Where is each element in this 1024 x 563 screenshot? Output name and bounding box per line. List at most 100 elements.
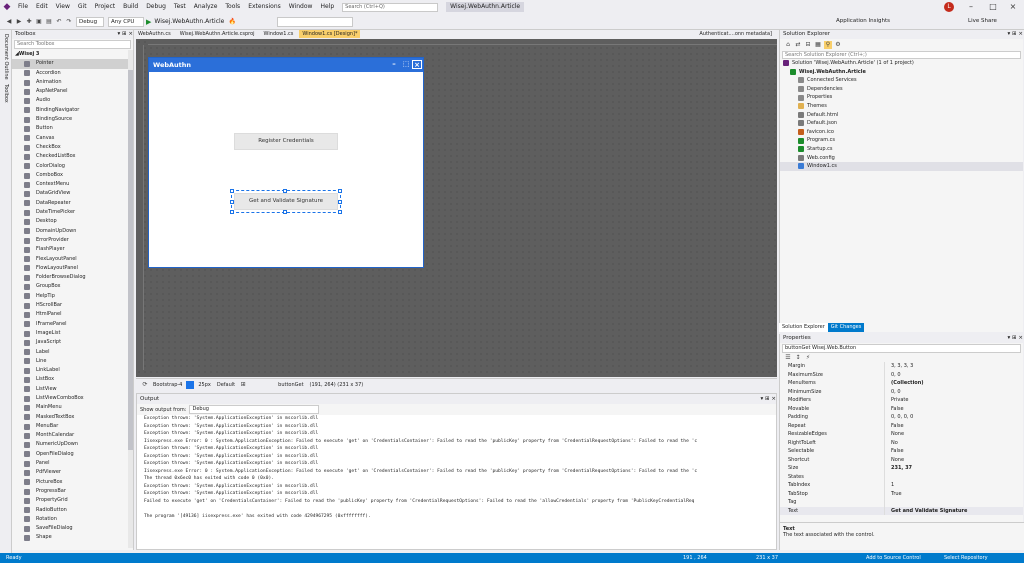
back-icon[interactable]: ◀ xyxy=(5,18,13,26)
property-row[interactable]: RightToLeft No xyxy=(780,438,1023,447)
property-row[interactable]: Modifiers Private xyxy=(780,396,1023,405)
resize-handle[interactable] xyxy=(283,189,287,193)
resize-handle[interactable] xyxy=(230,200,234,204)
toolbox-item[interactable]: SaveFileDialog xyxy=(12,524,133,533)
property-value[interactable]: False xyxy=(884,421,1023,430)
toolbox-item[interactable]: PropertyGrid xyxy=(12,496,133,505)
events-icon[interactable]: ⚡ xyxy=(804,354,812,362)
new-item-icon[interactable]: ✚ xyxy=(25,18,33,26)
menu-item-debug[interactable]: Debug xyxy=(142,0,170,14)
debug-target-select[interactable] xyxy=(277,16,354,27)
toolbox-item[interactable]: ListBox xyxy=(12,375,133,384)
menu-item-git[interactable]: Git xyxy=(74,0,91,14)
document-outline-tab[interactable]: Document Outline xyxy=(3,34,9,80)
menu-item-view[interactable]: View xyxy=(52,0,74,14)
property-value[interactable]: 0, 0 xyxy=(884,387,1023,396)
property-value[interactable]: Get and Validate Signature xyxy=(884,506,1023,515)
resize-handle[interactable] xyxy=(338,210,342,214)
toolbox-item[interactable]: DataRepeater xyxy=(12,199,133,208)
tab-document[interactable]: Window1.cs [Design]* xyxy=(299,30,361,38)
toolbox-item[interactable]: Label xyxy=(12,348,133,357)
close-icon[interactable]: × xyxy=(1002,0,1024,14)
properties-object-select[interactable]: buttonGet Wisej.Web.Button xyxy=(782,344,1021,353)
solution-tree-item[interactable]: Web.config xyxy=(780,154,1023,163)
property-row[interactable]: Selectable False xyxy=(780,447,1023,456)
form-close-icon[interactable]: × xyxy=(412,60,422,69)
toolbox-item[interactable]: Accordion xyxy=(12,69,133,78)
property-row[interactable]: MenuItems (Collection) xyxy=(780,379,1023,388)
solution-tree-item[interactable]: Wisej.WebAuthn.Article xyxy=(780,68,1023,77)
menu-item-extensions[interactable]: Extensions xyxy=(244,0,285,14)
menu-item-analyze[interactable]: Analyze xyxy=(190,0,222,14)
toolbox-item[interactable]: DataGridView xyxy=(12,189,133,198)
property-value[interactable] xyxy=(884,498,1023,507)
categorized-icon[interactable]: ☰ xyxy=(784,354,792,362)
menu-item-build[interactable]: Build xyxy=(119,0,142,14)
layout-select[interactable]: Default xyxy=(217,382,235,388)
menu-item-edit[interactable]: Edit xyxy=(32,0,52,14)
output-pin-icon[interactable]: ▾ ⊞ × xyxy=(761,394,776,404)
home-icon[interactable]: ⌂ xyxy=(784,41,792,49)
toolbox-scroll-thumb[interactable] xyxy=(128,70,133,450)
property-row[interactable]: Padding 0, 0, 0, 0 xyxy=(780,413,1023,422)
menu-item-project[interactable]: Project xyxy=(91,0,120,14)
alphabetical-icon[interactable]: ↕ xyxy=(794,354,802,362)
add-source-control-button[interactable]: Add to Source Control xyxy=(866,553,921,563)
select-repository-button[interactable]: Select Repository xyxy=(944,553,988,563)
toolbox-item[interactable]: DateTimePicker xyxy=(12,208,133,217)
solution-tree-item[interactable]: Startup.cs xyxy=(780,145,1023,154)
color-icon[interactable] xyxy=(186,380,195,389)
resize-handle[interactable] xyxy=(338,200,342,204)
property-value[interactable]: No xyxy=(884,438,1023,447)
toolbox-item[interactable]: ErrorProvider xyxy=(12,236,133,245)
solution-tree-item[interactable]: Default.html xyxy=(780,111,1023,120)
toolbox-item[interactable]: Animation xyxy=(12,78,133,87)
toolbox-item[interactable]: Rotation xyxy=(12,515,133,524)
toolbox-item[interactable]: Shape xyxy=(12,533,133,542)
toolbox-item[interactable]: PdfViewer xyxy=(12,468,133,477)
toolbox-item[interactable]: FlashPlayer xyxy=(12,245,133,254)
property-row[interactable]: Tag xyxy=(780,498,1023,507)
toolbox-item[interactable]: BindingSource xyxy=(12,115,133,124)
start-button[interactable]: Wisej.WebAuthn.Article xyxy=(154,18,224,25)
redo-icon[interactable]: ↷ xyxy=(65,18,73,26)
property-value[interactable]: False xyxy=(884,404,1023,413)
form-minimize-icon[interactable]: – xyxy=(389,60,399,69)
live-share-button[interactable]: Live Share xyxy=(968,18,997,24)
property-row[interactable]: TabStop True xyxy=(780,489,1023,498)
property-row[interactable]: TabIndex 1 xyxy=(780,481,1023,490)
property-row[interactable]: ResizableEdges None xyxy=(780,430,1023,439)
toolbox-item[interactable]: HScrollBar xyxy=(12,301,133,310)
tab-solution-explorer[interactable]: Solution Explorer xyxy=(779,323,828,332)
toolbox-item[interactable]: ContextMenu xyxy=(12,180,133,189)
refresh-icon[interactable]: ⟳ xyxy=(141,381,149,389)
toolbox-item[interactable]: Audio xyxy=(12,96,133,105)
menu-item-file[interactable]: File xyxy=(14,0,32,14)
minimize-icon[interactable]: – xyxy=(960,0,982,14)
pin-icon[interactable]: ▾ ⊞ × xyxy=(118,30,133,39)
form-maximize-icon[interactable]: ⬚ xyxy=(401,60,411,69)
menu-item-window[interactable]: Window xyxy=(285,0,317,14)
property-value[interactable] xyxy=(884,472,1023,481)
platform-select[interactable]: Any CPU xyxy=(108,16,144,27)
toolbox-search-input[interactable]: Search Toolbox xyxy=(14,40,131,49)
toolbox-item[interactable]: ProgressBar xyxy=(12,487,133,496)
show-all-icon[interactable]: ▦ xyxy=(814,41,822,49)
solution-tree-item[interactable]: Themes xyxy=(780,102,1023,111)
toolbox-item[interactable]: MonthCalendar xyxy=(12,431,133,440)
resize-handle[interactable] xyxy=(283,210,287,214)
property-value[interactable]: Private xyxy=(884,396,1023,405)
solution-tree-item[interactable]: Program.cs xyxy=(780,136,1023,145)
property-value[interactable]: None xyxy=(884,430,1023,439)
property-row[interactable]: Movable False xyxy=(780,404,1023,413)
solution-tree-item[interactable]: Properties xyxy=(780,93,1023,102)
props-pin-icon[interactable]: ▾ ⊞ × xyxy=(1008,334,1023,343)
sync-icon[interactable]: ⇄ xyxy=(794,41,802,49)
tab-document[interactable]: WebAuthn.cs xyxy=(135,30,174,38)
config-select[interactable]: Debug xyxy=(76,16,104,27)
toolbox-item[interactable]: LinkLabel xyxy=(12,366,133,375)
theme-select[interactable]: Bootstrap-4 xyxy=(153,382,182,388)
toolbox-item[interactable]: HelpTip xyxy=(12,292,133,301)
toolbox-item[interactable]: Line xyxy=(12,357,133,366)
solution-search-input[interactable]: Search Solution Explorer (Ctrl+;) xyxy=(782,51,1021,59)
